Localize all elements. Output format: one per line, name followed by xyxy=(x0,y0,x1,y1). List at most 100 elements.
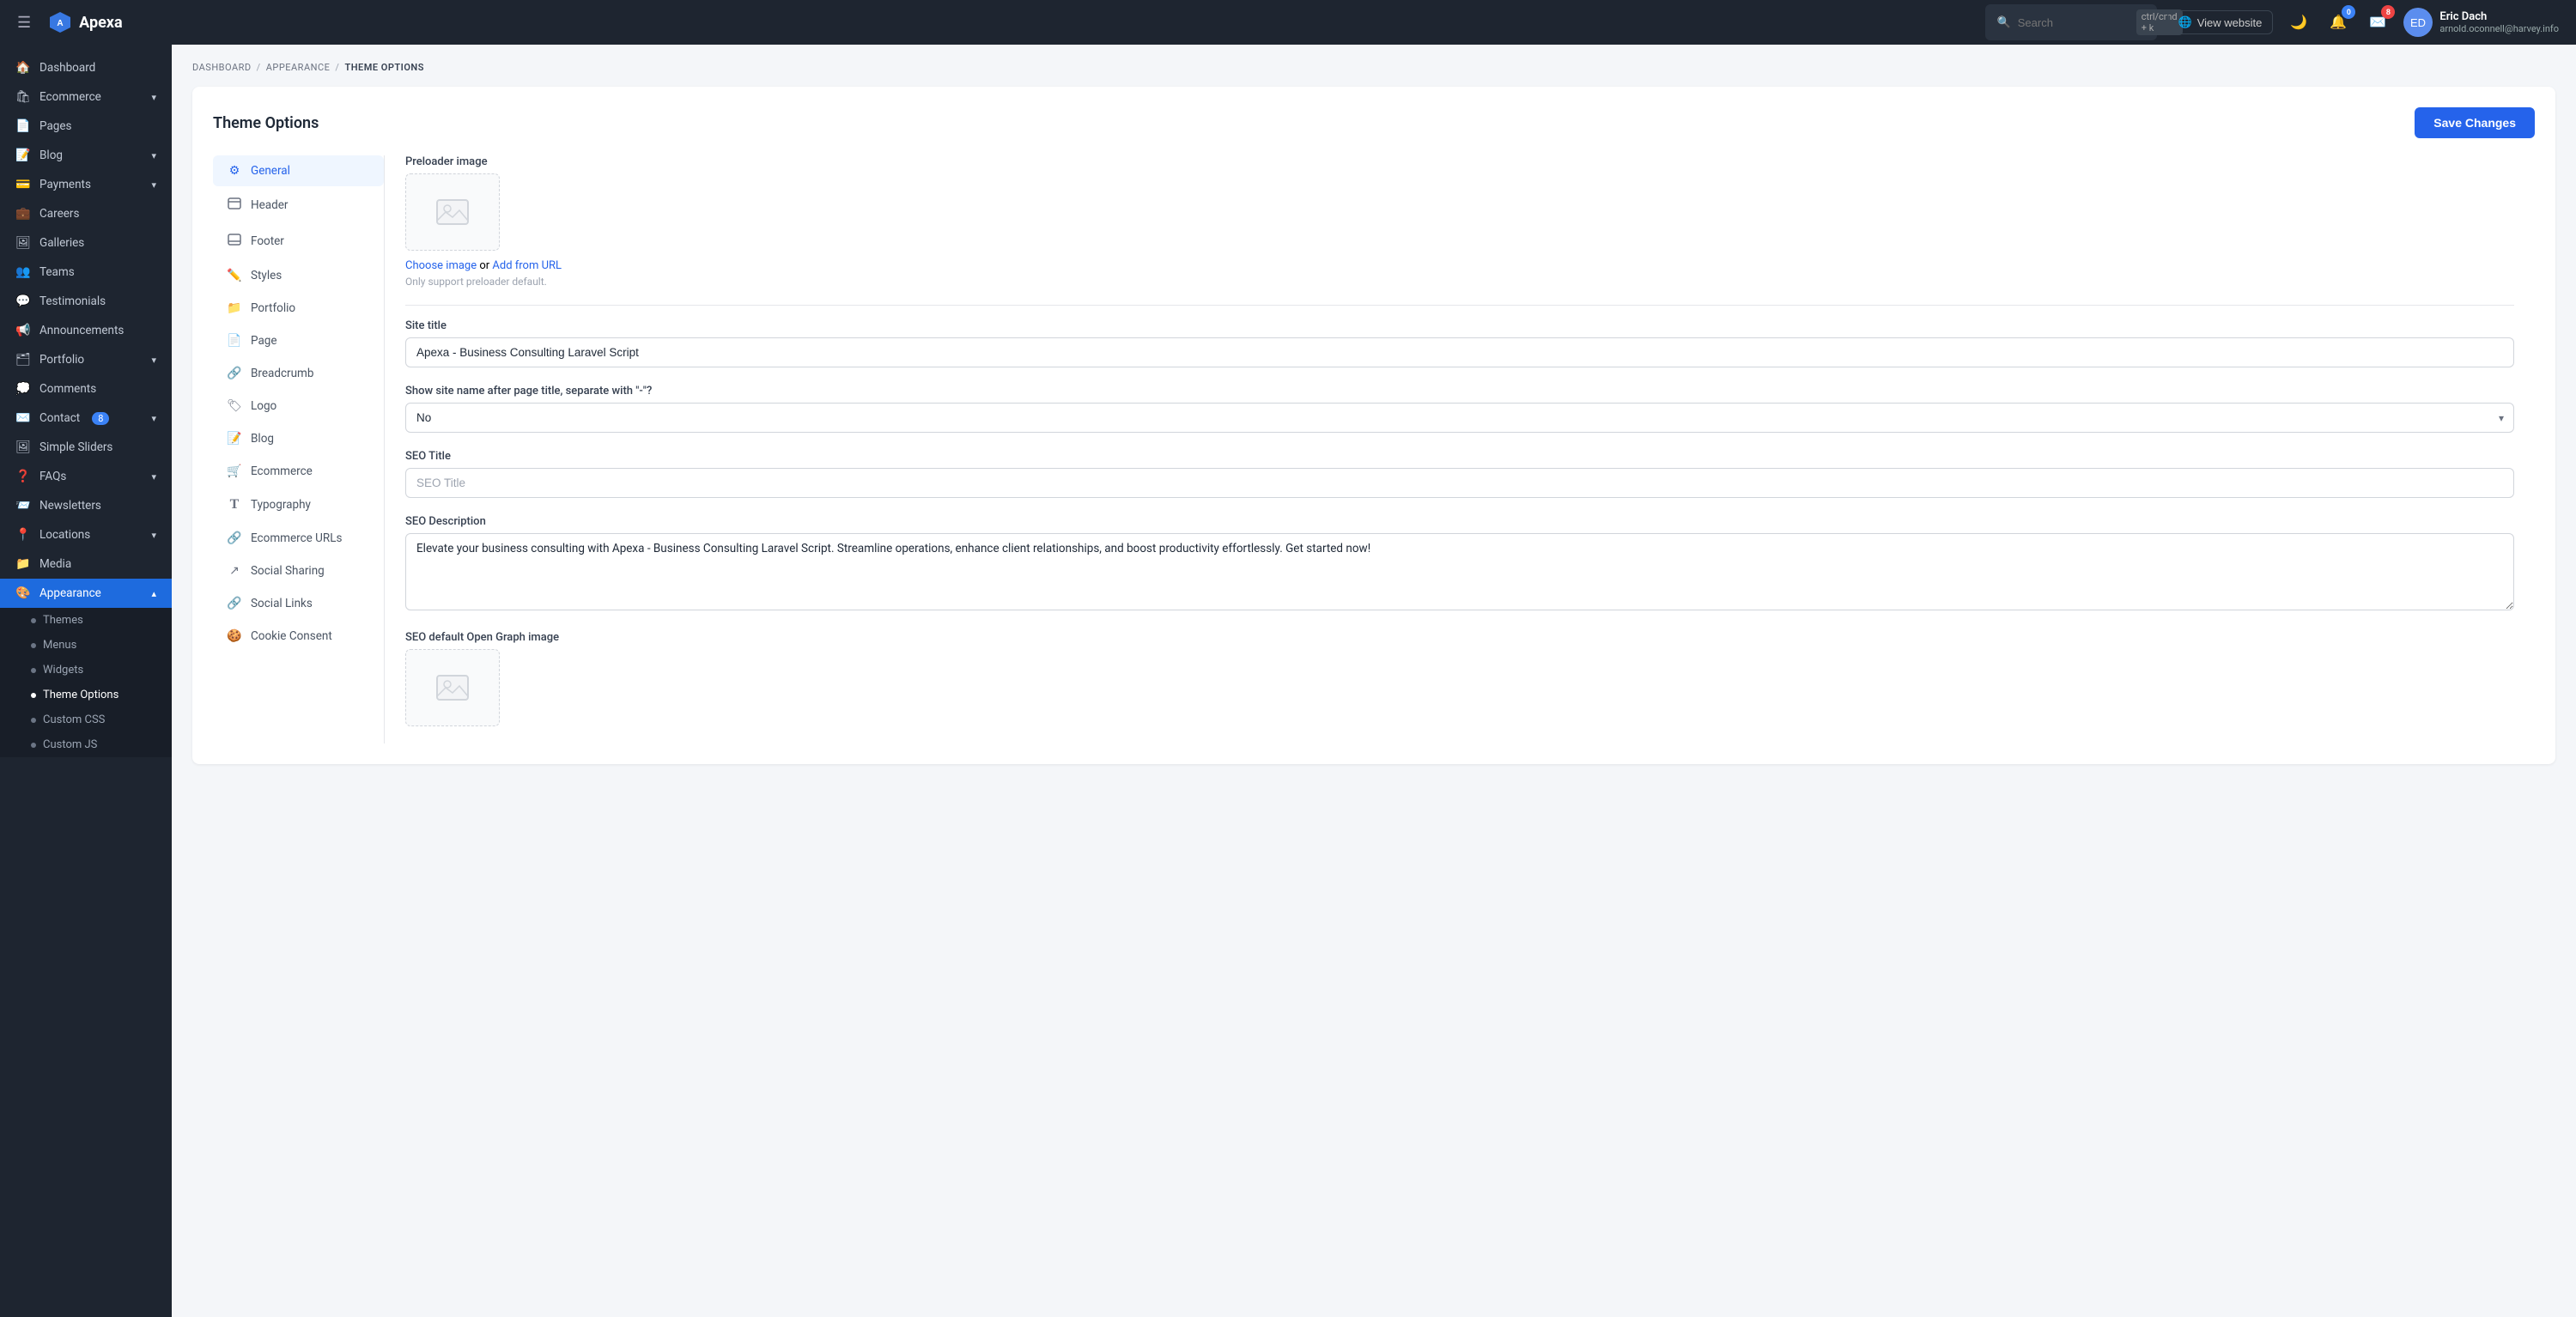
sidebar-item-dashboard[interactable]: 🏠 Dashboard xyxy=(0,53,172,82)
dot-icon xyxy=(31,693,36,698)
ecommerce-urls-icon: 🔗 xyxy=(227,531,242,545)
sidebar-subitem-theme-options[interactable]: Theme Options xyxy=(0,683,172,707)
site-title-input[interactable] xyxy=(405,337,2514,367)
section-nav-header[interactable]: Header xyxy=(213,188,384,222)
search-icon: 🔍 xyxy=(1997,16,2011,29)
typography-icon: T xyxy=(227,497,242,513)
contact-icon: ✉️ xyxy=(15,411,31,425)
show-site-name-label: Show site name after page title, separat… xyxy=(405,385,2514,398)
section-nav-cookie-consent[interactable]: 🍪 Cookie Consent xyxy=(213,621,384,652)
announcements-icon: 📢 xyxy=(15,324,31,337)
sidebar-item-contact[interactable]: ✉️ Contact 8 ▾ xyxy=(0,404,172,433)
sidebar-item-ecommerce[interactable]: 🛍 Ecommerce ▾ xyxy=(0,82,172,112)
sidebar-item-locations[interactable]: 📍 Locations ▾ xyxy=(0,520,172,549)
svg-text:A: A xyxy=(58,19,64,28)
cookie-consent-icon: 🍪 xyxy=(227,629,242,643)
sidebar-subitem-menus[interactable]: Menus xyxy=(0,633,172,658)
choose-image-link[interactable]: Choose image xyxy=(405,259,477,272)
add-from-url-link[interactable]: Add from URL xyxy=(492,259,562,272)
sidebar-item-blog[interactable]: 📝 Blog ▾ xyxy=(0,141,172,170)
section-nav-portfolio[interactable]: 📁 Portfolio xyxy=(213,293,384,324)
section-nav-footer[interactable]: Footer xyxy=(213,224,384,258)
dark-mode-toggle[interactable]: 🌙 xyxy=(2285,9,2312,36)
ecommerce-icon: 🛒 xyxy=(227,464,242,478)
breadcrumb-icon: 🔗 xyxy=(227,367,242,380)
notifications-button[interactable]: 🔔 0 xyxy=(2324,9,2352,36)
seo-og-image-box[interactable] xyxy=(405,649,500,726)
section-nav-styles[interactable]: ✏️ Styles xyxy=(213,260,384,291)
chevron-up-icon: ▴ xyxy=(151,588,156,599)
sidebar-subitem-custom-css[interactable]: Custom CSS xyxy=(0,707,172,732)
section-nav-logo[interactable]: 🏷 Logo xyxy=(213,391,384,422)
section-nav-ecommerce-urls[interactable]: 🔗 Ecommerce URLs xyxy=(213,523,384,554)
sidebar-item-faqs[interactable]: ❓ FAQs ▾ xyxy=(0,462,172,491)
app-logo[interactable]: A Apexa xyxy=(48,10,122,34)
pages-icon: 📄 xyxy=(15,119,31,133)
breadcrumb-current: THEME OPTIONS xyxy=(344,62,423,73)
portfolio-icon: 📁 xyxy=(227,301,242,315)
blog-icon: 📝 xyxy=(227,432,242,446)
hamburger-icon[interactable]: ☰ xyxy=(17,14,31,32)
simple-sliders-icon: 🖼 xyxy=(15,440,31,454)
ecommerce-icon: 🛍 xyxy=(15,90,31,104)
sidebar-item-newsletters[interactable]: 📨 Newsletters xyxy=(0,491,172,520)
seo-title-input[interactable] xyxy=(405,468,2514,498)
section-nav-breadcrumb[interactable]: 🔗 Breadcrumb xyxy=(213,358,384,389)
sidebar-item-testimonials[interactable]: 💬 Testimonials xyxy=(0,287,172,316)
dot-icon xyxy=(31,668,36,673)
sidebar-item-media[interactable]: 📁 Media xyxy=(0,549,172,579)
sidebar-subitem-themes[interactable]: Themes xyxy=(0,608,172,633)
preloader-image-group: Preloader image Choose image or Add from… xyxy=(405,155,2514,288)
theme-options-card: Theme Options Save Changes ⚙ General Hea… xyxy=(192,87,2555,764)
save-changes-button[interactable]: Save Changes xyxy=(2415,107,2535,138)
site-title-group: Site title xyxy=(405,319,2514,367)
form-area: Preloader image Choose image or Add from… xyxy=(385,155,2535,743)
image-placeholder-icon xyxy=(435,197,470,228)
breadcrumb-dashboard[interactable]: DASHBOARD xyxy=(192,62,252,73)
image-hint: Only support preloader default. xyxy=(405,276,2514,288)
contact-badge: 8 xyxy=(92,412,109,425)
sidebar-item-teams[interactable]: 👥 Teams xyxy=(0,258,172,287)
sidebar-item-comments[interactable]: 💭 Comments xyxy=(0,374,172,404)
sidebar-item-pages[interactable]: 📄 Pages xyxy=(0,112,172,141)
sidebar-item-portfolio[interactable]: 🗂 Portfolio ▾ xyxy=(0,345,172,374)
section-nav-typography[interactable]: T Typography xyxy=(213,489,384,521)
sidebar-item-payments[interactable]: 💳 Payments ▾ xyxy=(0,170,172,199)
show-site-name-select[interactable]: No Yes xyxy=(405,403,2514,433)
search-input[interactable] xyxy=(2018,16,2129,29)
sidebar-item-announcements[interactable]: 📢 Announcements xyxy=(0,316,172,345)
dot-icon xyxy=(31,643,36,648)
section-nav-social-sharing[interactable]: ↗ Social Sharing xyxy=(213,555,384,586)
sidebar-item-galleries[interactable]: 🖼 Galleries xyxy=(0,228,172,258)
view-website-button[interactable]: 🌐 View website xyxy=(2167,10,2274,34)
page-title: Theme Options xyxy=(213,114,319,132)
seo-description-textarea[interactable]: Elevate your business consulting with Ap… xyxy=(405,533,2514,610)
breadcrumb-appearance[interactable]: APPEARANCE xyxy=(266,62,331,73)
image-links: Choose image or Add from URL xyxy=(405,259,2514,272)
seo-title-label: SEO Title xyxy=(405,450,2514,463)
section-nav-page[interactable]: 📄 Page xyxy=(213,325,384,356)
sidebar-subitem-widgets[interactable]: Widgets xyxy=(0,658,172,683)
topnav: ☰ A Apexa 🔍 ctrl/cmd + k 🌐 View website … xyxy=(0,0,2576,45)
comments-icon: 💭 xyxy=(15,382,31,396)
section-nav-ecommerce[interactable]: 🛒 Ecommerce xyxy=(213,456,384,487)
page-icon: 📄 xyxy=(227,334,242,348)
site-title-label: Site title xyxy=(405,319,2514,332)
sidebar-item-appearance[interactable]: 🎨 Appearance ▴ xyxy=(0,579,172,608)
preloader-image-box[interactable] xyxy=(405,173,500,251)
section-nav-blog[interactable]: 📝 Blog xyxy=(213,423,384,454)
chevron-down-icon: ▾ xyxy=(151,413,156,424)
section-nav-general[interactable]: ⚙ General xyxy=(213,155,384,186)
sidebar-subitem-custom-js[interactable]: Custom JS xyxy=(0,732,172,757)
show-site-name-select-wrap: No Yes ▾ xyxy=(405,403,2514,433)
messages-button[interactable]: ✉️ 8 xyxy=(2364,9,2391,36)
user-menu[interactable]: ED Eric Dach arnold.oconnell@harvey.info xyxy=(2403,8,2559,37)
seo-title-group: SEO Title xyxy=(405,450,2514,498)
careers-icon: 💼 xyxy=(15,207,31,221)
section-nav-social-links[interactable]: 🔗 Social Links xyxy=(213,588,384,619)
social-sharing-icon: ↗ xyxy=(227,564,242,578)
seo-og-image-group: SEO default Open Graph image xyxy=(405,631,2514,726)
sidebar-item-careers[interactable]: 💼 Careers xyxy=(0,199,172,228)
search-box[interactable]: 🔍 ctrl/cmd + k xyxy=(1985,4,2157,40)
sidebar-item-simple-sliders[interactable]: 🖼 Simple Sliders xyxy=(0,433,172,462)
